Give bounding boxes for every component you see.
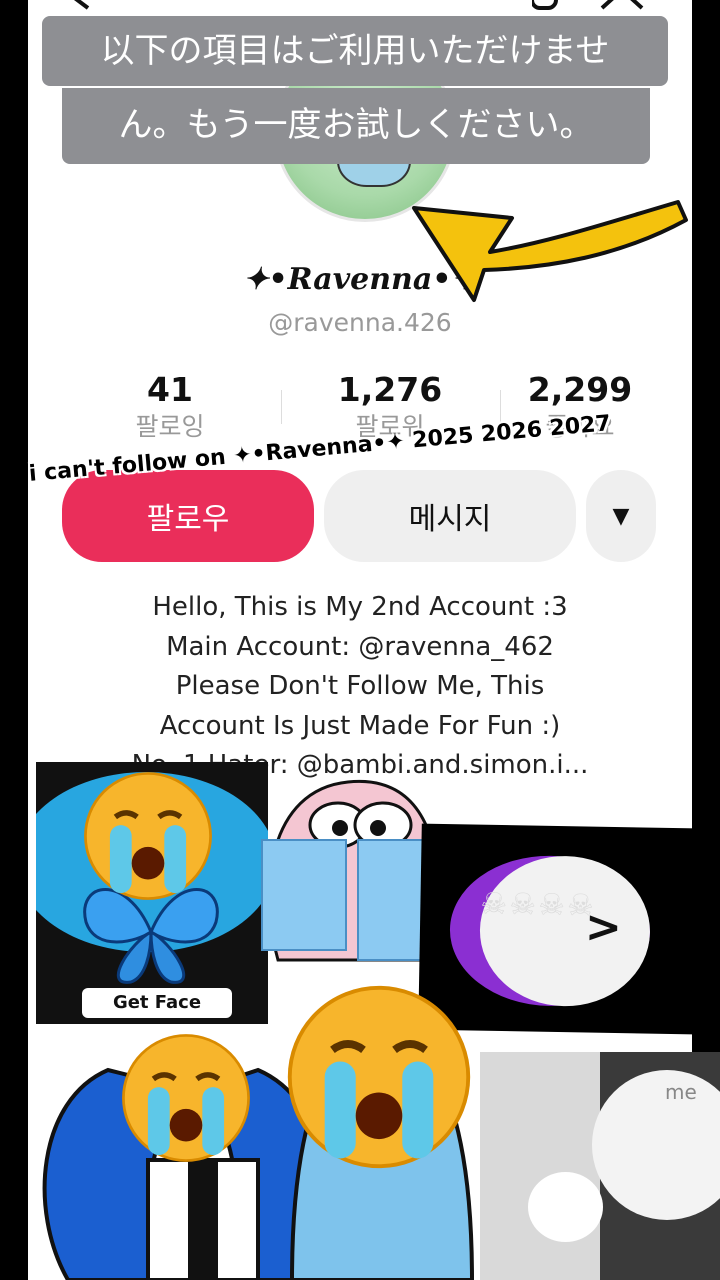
photo-sticker: me bbox=[480, 1052, 720, 1280]
profile-bio: Hello, This is My 2nd Account :3 Main Ac… bbox=[28, 588, 692, 786]
following-label: 팔로잉 bbox=[135, 412, 205, 441]
share-icon[interactable] bbox=[532, 0, 652, 12]
angle-glyph: > bbox=[584, 901, 623, 954]
stat-divider bbox=[281, 390, 282, 424]
following-count: 41 bbox=[147, 370, 193, 409]
error-toast-line1: 以下の項目はご利用いただけませ bbox=[42, 16, 668, 86]
likes-count: 2,299 bbox=[527, 370, 633, 409]
skull-icons: ☠☠☠☠ bbox=[480, 886, 597, 924]
followers-count: 1,276 bbox=[337, 370, 443, 409]
crying-face-icon bbox=[122, 1034, 250, 1162]
dropdown-arrow-icon: ▼ bbox=[612, 503, 630, 529]
stat-following[interactable]: 41 팔로잉 bbox=[70, 370, 270, 444]
me-label: me bbox=[665, 1080, 697, 1104]
back-arrow-icon[interactable] bbox=[58, 0, 98, 12]
crying-face-icon bbox=[287, 985, 471, 1169]
yellow-arrow-icon bbox=[412, 200, 688, 302]
error-toast-line2: ん。もう一度お試しください。 bbox=[62, 88, 650, 164]
message-button[interactable]: 메시지 bbox=[324, 470, 576, 562]
crying-face-icon bbox=[84, 772, 212, 900]
more-options-button[interactable]: ▼ bbox=[586, 470, 656, 562]
bio-line: Hello, This is My 2nd Account :3 bbox=[152, 592, 568, 622]
top-bar bbox=[28, 0, 692, 12]
small-white-circle bbox=[528, 1172, 603, 1242]
bio-line: Please Don't Follow Me, This bbox=[175, 671, 545, 701]
follow-button[interactable]: 팔로우 bbox=[62, 470, 314, 562]
bio-line: Main Account: @ravenna_462 bbox=[166, 631, 554, 662]
white-circle bbox=[592, 1070, 720, 1220]
bio-line: Account Is Just Made For Fun :) bbox=[159, 710, 561, 741]
photo-background bbox=[480, 1052, 600, 1280]
crying-ghost-sticker bbox=[261, 779, 442, 962]
